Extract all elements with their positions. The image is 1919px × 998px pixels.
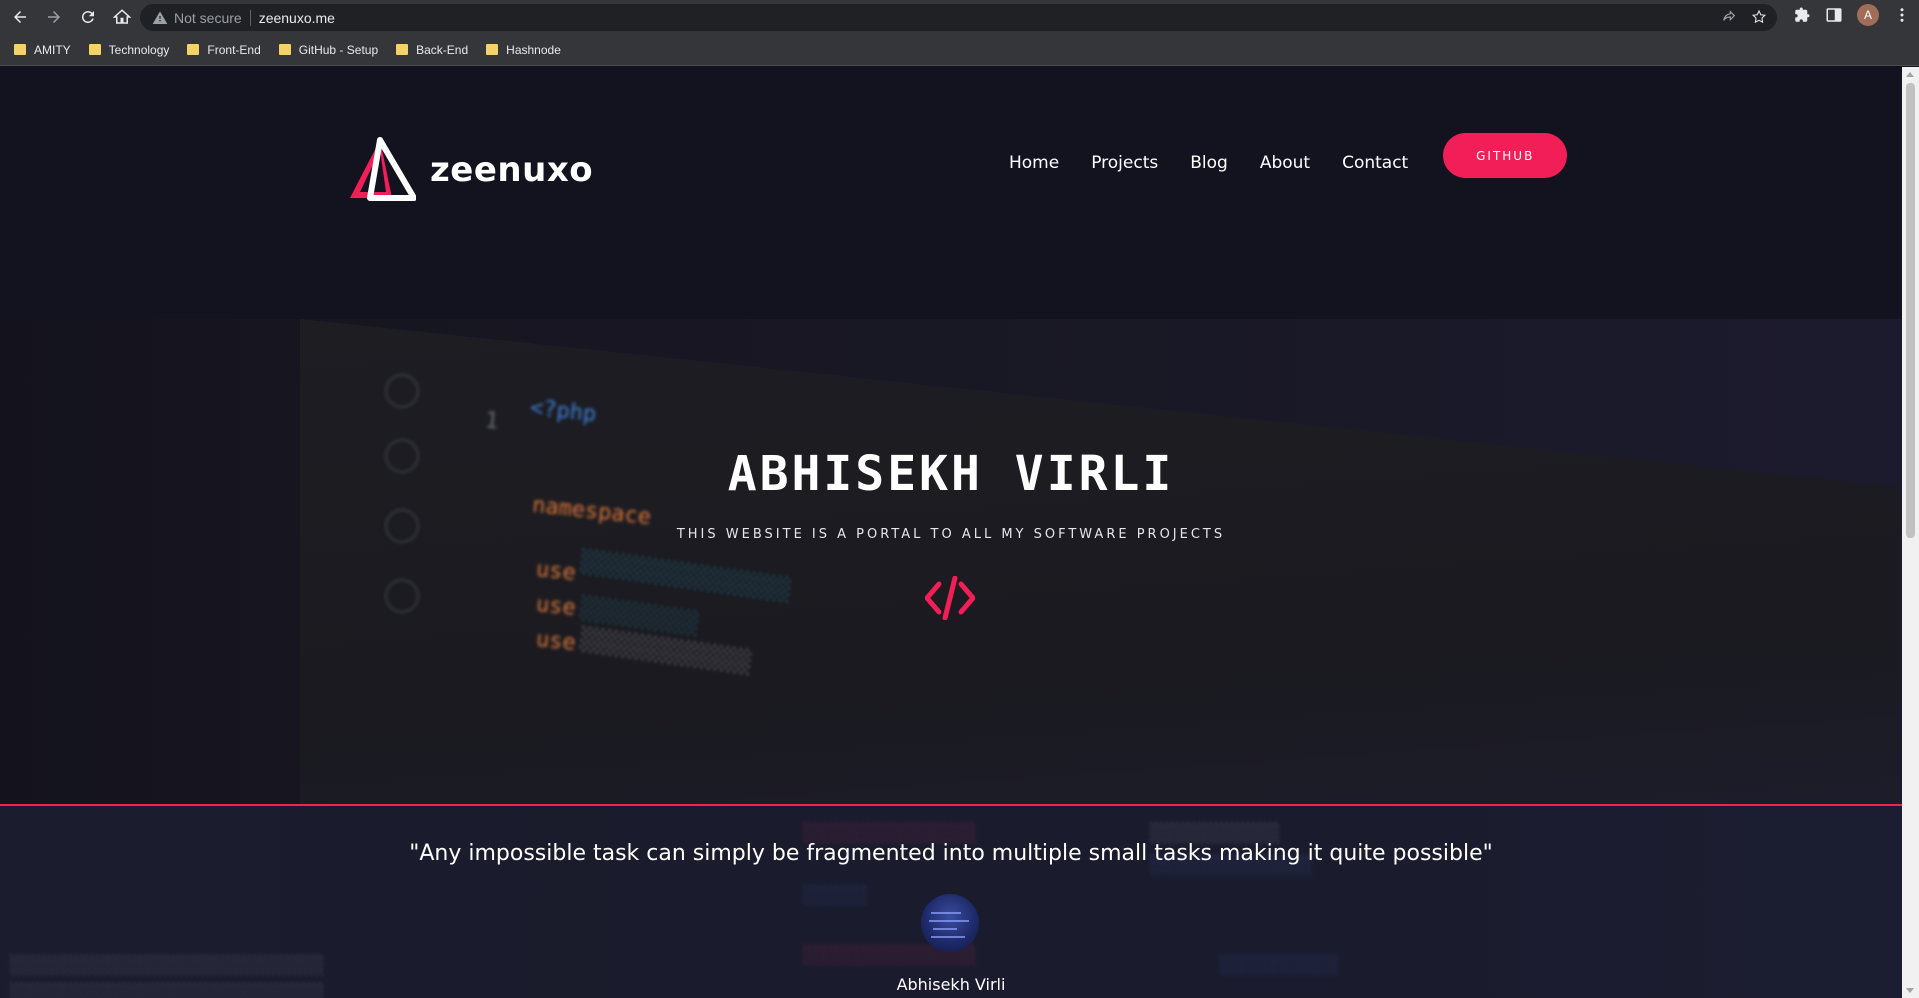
hero-subtitle: THIS WEBSITE IS A PORTAL TO ALL MY SOFTW… [676, 527, 1226, 542]
hero-title: ABHISEKH VIRLI [727, 446, 1175, 502]
nav-contact[interactable]: Contact [1342, 153, 1408, 173]
nav-home[interactable]: Home [1009, 153, 1059, 173]
logo-text: zeenuxo [430, 150, 594, 190]
code-decoration: ░░░░░░░░░░░ [1220, 955, 1340, 976]
code-decoration: 1 [483, 408, 500, 435]
bookmark-amity[interactable]: AMITY [14, 43, 71, 57]
security-label: Not secure [174, 9, 242, 26]
nav-blog[interactable]: Blog [1190, 153, 1228, 173]
triangle-logo-icon [350, 137, 416, 201]
editor-icon-decoration [385, 579, 419, 613]
quote-text: "Any impossible task can simply be fragm… [409, 841, 1493, 866]
omnibox-actions [1721, 9, 1767, 25]
code-decoration: use [534, 556, 577, 587]
bookmark-technology[interactable]: Technology [88, 42, 170, 57]
bookmark-label: Front-End [207, 42, 261, 57]
toolbar-right: A [1793, 4, 1911, 26]
bookmark-star-icon[interactable] [1751, 9, 1767, 25]
code-decoration: ░░░░░░░░░░░░░░░░░░░░░░░░░░░░░ [10, 955, 325, 976]
bookmark-label: Back-End [416, 42, 469, 57]
home-icon [113, 9, 131, 24]
more-menu-icon[interactable] [1893, 6, 1911, 24]
browser-toolbar: Not secure zeenuxo.me A [0, 0, 1919, 34]
omnibox-divider [249, 9, 251, 26]
code-icon [925, 576, 975, 620]
folder-icon [14, 44, 26, 55]
home-button[interactable] [108, 3, 136, 31]
side-panel-icon[interactable] [1825, 6, 1843, 24]
nav-projects[interactable]: Projects [1091, 153, 1158, 173]
bookmark-label: Technology [108, 42, 170, 57]
back-button[interactable] [6, 3, 34, 31]
forward-button[interactable] [40, 3, 68, 31]
folder-icon [486, 44, 499, 55]
reload-icon [81, 10, 94, 23]
arrow-left-icon [14, 11, 26, 23]
url-text[interactable]: zeenuxo.me [259, 10, 335, 26]
bookmark-label: Hashnode [506, 42, 561, 57]
address-bar[interactable]: Not secure zeenuxo.me [140, 4, 1777, 31]
github-button[interactable]: GITHUB [1443, 133, 1568, 178]
bookmark-github-setup[interactable]: GitHub - Setup [278, 42, 379, 57]
scroll-up-arrow[interactable] [1906, 72, 1914, 77]
folder-icon [187, 44, 200, 55]
author-name: Abhisekh Virli [896, 975, 1006, 994]
editor-icon-decoration [385, 374, 419, 408]
scroll-down-arrow[interactable] [1906, 988, 1914, 993]
hero-background-image: 1 <?php namespace use use use ░░░░░░░░░░… [0, 319, 1902, 805]
reload-button[interactable] [74, 3, 102, 31]
bookmark-label: GitHub - Setup [298, 42, 379, 57]
arrow-right-icon [48, 11, 60, 23]
bookmark-label: AMITY [34, 42, 71, 57]
profile-avatar[interactable]: A [1857, 4, 1879, 26]
author-avatar [921, 894, 979, 952]
code-decoration: ░░░░░░ [803, 885, 869, 906]
bookmark-back-end[interactable]: Back-End [396, 43, 468, 57]
folder-icon [396, 44, 409, 55]
folder-icon [88, 44, 101, 55]
section-divider [0, 804, 1902, 806]
main-nav: Home Projects Blog About Contact GITHUB [1009, 133, 1568, 178]
nav-about[interactable]: About [1260, 153, 1310, 173]
page-scrollbar[interactable] [1902, 67, 1919, 998]
web-page: 1 <?php namespace use use use ░░░░░░░░░░… [0, 67, 1902, 998]
scrollbar-thumb[interactable] [1906, 83, 1915, 538]
folder-icon [278, 44, 291, 55]
bookmark-hashnode[interactable]: Hashnode [486, 43, 561, 57]
bookmarks-bar: AMITY Technology Front-End GitHub - Setu… [0, 34, 1919, 66]
extensions-icon[interactable] [1793, 6, 1811, 24]
site-logo[interactable]: zeenuxo [348, 136, 593, 204]
warning-icon [152, 10, 168, 24]
bookmark-front-end[interactable]: Front-End [187, 42, 261, 57]
code-decoration: use [534, 591, 577, 622]
code-decoration: use [534, 626, 577, 657]
share-icon[interactable] [1721, 9, 1737, 25]
